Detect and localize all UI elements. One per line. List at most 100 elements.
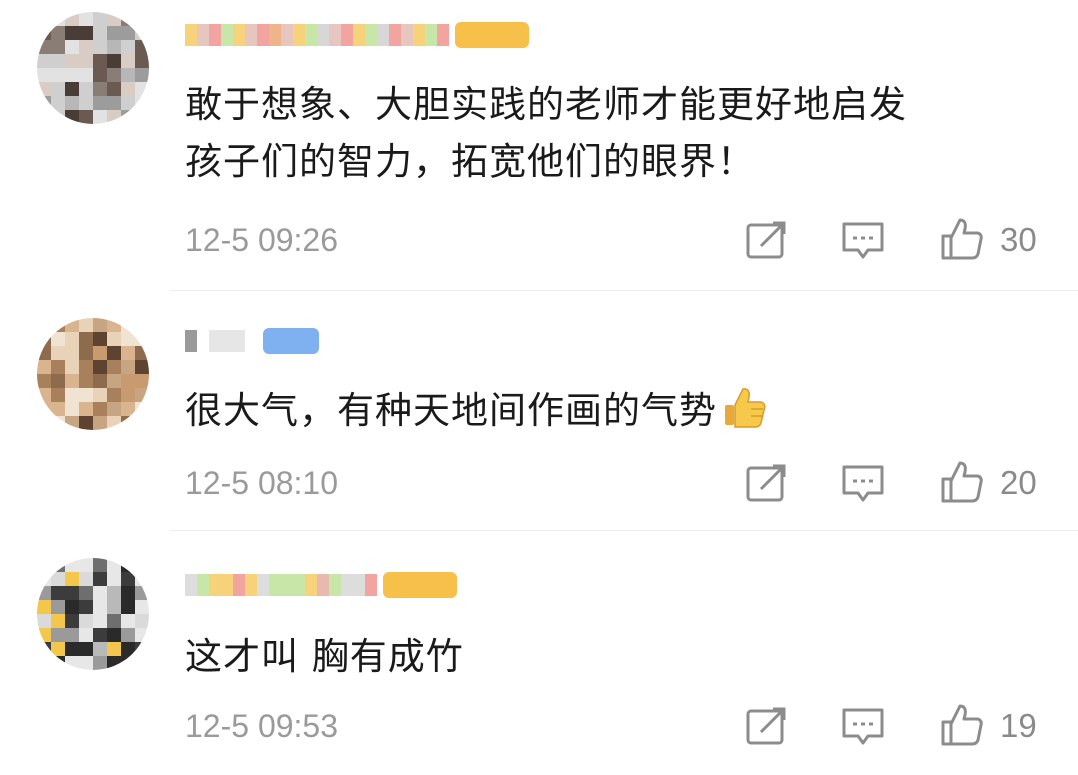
- avatar-mosaic-cell: [107, 374, 121, 388]
- avatar-mosaic-cell: [37, 388, 51, 402]
- username-mosaic-cell: [317, 574, 329, 596]
- avatar-mosaic-cell: [135, 416, 149, 430]
- avatar-mosaic-cell: [107, 82, 121, 96]
- avatar-mosaic-cell: [121, 628, 135, 642]
- avatar-mosaic-cell: [135, 40, 149, 54]
- avatar-mosaic-cell: [135, 54, 149, 68]
- avatar-mosaic-cell: [93, 600, 107, 614]
- username-mosaic-cell: [293, 574, 305, 596]
- avatar-mosaic-cell: [51, 110, 65, 124]
- username-mosaic-cell: [365, 24, 377, 46]
- comment-text-line: 孩子们的智力，拓宽他们的眼界！: [185, 140, 755, 183]
- like-icon[interactable]: [938, 459, 984, 505]
- username-mosaic-cell: [413, 24, 425, 46]
- avatar-mosaic-cell: [37, 26, 51, 40]
- username-mosaic-cell: [197, 574, 209, 596]
- avatar-mosaic-cell: [51, 40, 65, 54]
- avatar-mosaic-cell: [135, 600, 149, 614]
- avatar-mosaic-cell: [65, 360, 79, 374]
- username-blurred[interactable]: [185, 326, 319, 356]
- username-mosaic-cell: [221, 330, 233, 352]
- username-mosaic-cell: [245, 24, 257, 46]
- avatar-mosaic-cell: [65, 332, 79, 346]
- avatar-mosaic-cell: [65, 656, 79, 670]
- avatar-mosaic-cell: [93, 416, 107, 430]
- username-mosaic-cell: [209, 330, 221, 352]
- like-icon[interactable]: [938, 702, 984, 748]
- avatar-mosaic-cell: [79, 656, 93, 670]
- avatar-mosaic-cell: [51, 68, 65, 82]
- avatar-mosaic-cell: [79, 82, 93, 96]
- avatar-mosaic-cell: [65, 110, 79, 124]
- avatar-mosaic-cell: [79, 628, 93, 642]
- avatar[interactable]: [37, 12, 149, 124]
- like-icon[interactable]: [938, 216, 984, 262]
- avatar-mosaic-cell: [121, 54, 135, 68]
- avatar-mosaic-cell: [65, 642, 79, 656]
- avatar-mosaic-cell: [93, 82, 107, 96]
- avatar-mosaic-cell: [51, 402, 65, 416]
- avatar-mosaic-cell: [37, 332, 51, 346]
- avatar-mosaic-cell: [135, 68, 149, 82]
- username-mosaic-cell: [209, 574, 221, 596]
- username-mosaic-cell: [221, 574, 233, 596]
- username-blurred[interactable]: [185, 570, 457, 600]
- username-mosaic-cell: [269, 574, 281, 596]
- avatar-mosaic-cell: [107, 68, 121, 82]
- avatar-mosaic-cell: [79, 402, 93, 416]
- username-mosaic-cell: [281, 574, 293, 596]
- avatar-mosaic-cell: [93, 572, 107, 586]
- username-mosaic-cell: [329, 24, 341, 46]
- username-mosaic-cell: [341, 24, 353, 46]
- share-icon[interactable]: [743, 704, 789, 750]
- share-icon[interactable]: [743, 218, 789, 264]
- reply-icon[interactable]: [840, 704, 886, 750]
- reply-icon[interactable]: [840, 218, 886, 264]
- avatar-mosaic-cell: [135, 586, 149, 600]
- avatar-mosaic-cell: [121, 572, 135, 586]
- avatar-mosaic-cell: [121, 600, 135, 614]
- avatar-mosaic-cell: [79, 360, 93, 374]
- avatar-mosaic-cell: [135, 558, 149, 572]
- avatar-mosaic-cell: [79, 332, 93, 346]
- avatar-mosaic-cell: [37, 54, 51, 68]
- avatar-mosaic-cell: [65, 374, 79, 388]
- like-count: 20: [1000, 464, 1037, 501]
- avatar-mosaic-cell: [121, 96, 135, 110]
- avatar-mosaic-cell: [93, 96, 107, 110]
- share-icon[interactable]: [743, 461, 789, 507]
- avatar[interactable]: [37, 558, 149, 670]
- username-mosaic-cell: [365, 574, 377, 596]
- avatar[interactable]: [37, 318, 149, 430]
- avatar-mosaic-cell: [93, 402, 107, 416]
- avatar-mosaic-cell: [135, 96, 149, 110]
- comment-timestamp: 12-5 09:53: [185, 708, 339, 744]
- avatar-mosaic-cell: [93, 54, 107, 68]
- user-level-badge: [455, 22, 529, 48]
- avatar-mosaic-cell: [107, 332, 121, 346]
- avatar-mosaic-cell: [121, 40, 135, 54]
- avatar-mosaic-cell: [51, 558, 65, 572]
- username-mosaic-cell: [245, 574, 257, 596]
- avatar-mosaic-cell: [65, 572, 79, 586]
- reply-icon[interactable]: [840, 461, 886, 507]
- avatar-mosaic-cell: [93, 12, 107, 26]
- avatar-mosaic-cell: [51, 82, 65, 96]
- avatar-mosaic-cell: [37, 600, 51, 614]
- username-mosaic-cell: [233, 24, 245, 46]
- avatar-mosaic-cell: [37, 346, 51, 360]
- avatar-mosaic-cell: [51, 388, 65, 402]
- avatar-mosaic-cell: [51, 642, 65, 656]
- avatar-mosaic-cell: [79, 388, 93, 402]
- avatar-mosaic-cell: [37, 82, 51, 96]
- avatar-mosaic-cell: [65, 40, 79, 54]
- username-mosaic-cell: [353, 574, 365, 596]
- username-blurred[interactable]: [185, 20, 529, 50]
- avatar-mosaic-cell: [121, 614, 135, 628]
- avatar-mosaic-cell: [135, 388, 149, 402]
- avatar-mosaic-cell: [51, 572, 65, 586]
- avatar-mosaic-cell: [65, 68, 79, 82]
- avatar-mosaic-cell: [121, 12, 135, 26]
- avatar-mosaic-cell: [79, 318, 93, 332]
- username-mosaic-cell: [305, 24, 317, 46]
